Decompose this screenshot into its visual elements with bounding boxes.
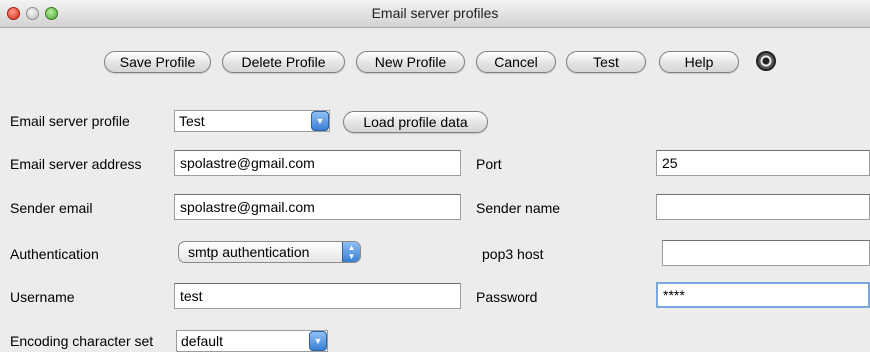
sender-name-field[interactable] <box>656 194 870 220</box>
delete-profile-button[interactable]: Delete Profile <box>222 51 345 73</box>
username-field[interactable]: test <box>174 283 461 309</box>
authentication-value: smtp authentication <box>188 244 310 260</box>
email-server-address-field[interactable]: spolastre@gmail.com <box>174 150 461 176</box>
title-bar: Email server profiles <box>0 0 870 28</box>
help-button[interactable]: Help <box>659 51 739 73</box>
save-profile-button[interactable]: Save Profile <box>104 51 211 73</box>
encoding-character-set-combo[interactable]: default ▼ <box>176 330 328 352</box>
email-server-profile-value: Test <box>179 113 205 129</box>
window-title: Email server profiles <box>371 5 499 21</box>
password-field[interactable]: **** <box>656 282 870 308</box>
test-button[interactable]: Test <box>566 51 646 73</box>
new-profile-button[interactable]: New Profile <box>356 51 465 73</box>
port-field[interactable]: 25 <box>656 150 870 176</box>
port-label: Port <box>476 156 502 172</box>
email-server-address-label: Email server address <box>10 156 142 172</box>
username-label: Username <box>10 289 75 305</box>
email-server-profile-label: Email server profile <box>10 113 130 129</box>
chevron-down-icon[interactable]: ▼ <box>309 331 327 351</box>
cancel-button[interactable]: Cancel <box>476 51 556 73</box>
email-server-profile-combo[interactable]: Test ▼ <box>174 110 330 132</box>
sender-name-label: Sender name <box>476 200 561 216</box>
sender-email-field[interactable]: spolastre@gmail.com <box>174 194 461 220</box>
load-profile-data-button[interactable]: Load profile data <box>343 111 488 133</box>
pop3-host-label: pop3 host <box>482 246 544 262</box>
authentication-label: Authentication <box>10 246 99 262</box>
authentication-popup[interactable]: smtp authentication ▲ ▼ <box>178 241 361 263</box>
up-down-arrows-icon[interactable]: ▲ ▼ <box>342 242 360 262</box>
pop3-host-field[interactable] <box>662 240 870 266</box>
encoding-character-set-value: default <box>181 333 224 349</box>
encoding-character-set-label: Encoding character set <box>10 333 154 349</box>
gear-icon[interactable] <box>756 51 776 71</box>
sender-email-label: Sender email <box>10 200 93 216</box>
chevron-down-icon[interactable]: ▼ <box>311 111 329 131</box>
password-label: Password <box>476 289 538 305</box>
